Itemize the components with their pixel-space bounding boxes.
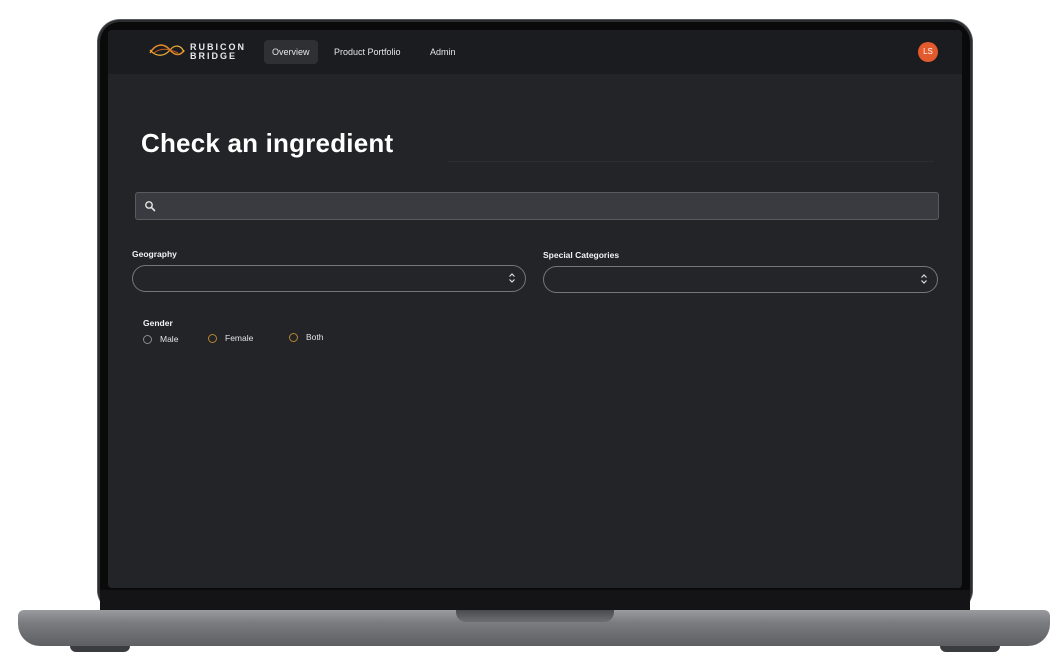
geography-select[interactable] — [132, 265, 526, 292]
brand-logo[interactable]: RUBICON BRIDGE — [148, 38, 248, 64]
laptop-chin — [100, 590, 970, 610]
radio-circle-icon[interactable] — [143, 334, 152, 344]
geography-label: Geography — [132, 249, 177, 259]
nav-admin[interactable]: Admin — [422, 40, 464, 64]
radio-circle-icon[interactable] — [208, 333, 217, 343]
ingredient-search[interactable] — [135, 192, 939, 220]
gender-label: Gender — [143, 318, 173, 328]
radio-circle-icon[interactable] — [289, 332, 298, 342]
special-categories-select[interactable] — [543, 266, 938, 293]
laptop-foot — [70, 646, 130, 652]
title-divider — [448, 161, 934, 162]
chevron-up-down-icon — [509, 273, 515, 283]
rubicon-bridge-logo-icon — [149, 44, 185, 56]
top-navigation: RUBICON BRIDGE Overview Product Portfoli… — [108, 30, 962, 74]
nav-product-portfolio[interactable]: Product Portfolio — [326, 40, 409, 64]
gender-option-male[interactable]: Male — [143, 334, 178, 344]
user-avatar[interactable]: LS — [918, 42, 938, 62]
brand-name: RUBICON BRIDGE — [190, 43, 246, 61]
search-icon — [145, 201, 156, 212]
gender-option-label: Male — [160, 334, 179, 344]
laptop-notch — [456, 610, 614, 622]
app-screen: RUBICON BRIDGE Overview Product Portfoli… — [108, 30, 962, 588]
gender-option-female[interactable]: Female — [208, 333, 253, 343]
brand-line-2: BRIDGE — [190, 51, 238, 61]
nav-overview[interactable]: Overview — [264, 40, 318, 64]
search-input[interactable] — [162, 195, 936, 217]
gender-option-both[interactable]: Both — [289, 332, 324, 342]
gender-option-label: Female — [225, 333, 254, 343]
gender-option-label: Both — [306, 332, 324, 342]
page-title: Check an ingredient — [141, 128, 394, 158]
special-categories-label: Special Categories — [543, 250, 620, 260]
chevron-up-down-icon — [921, 274, 927, 284]
laptop-foot — [940, 646, 1000, 652]
